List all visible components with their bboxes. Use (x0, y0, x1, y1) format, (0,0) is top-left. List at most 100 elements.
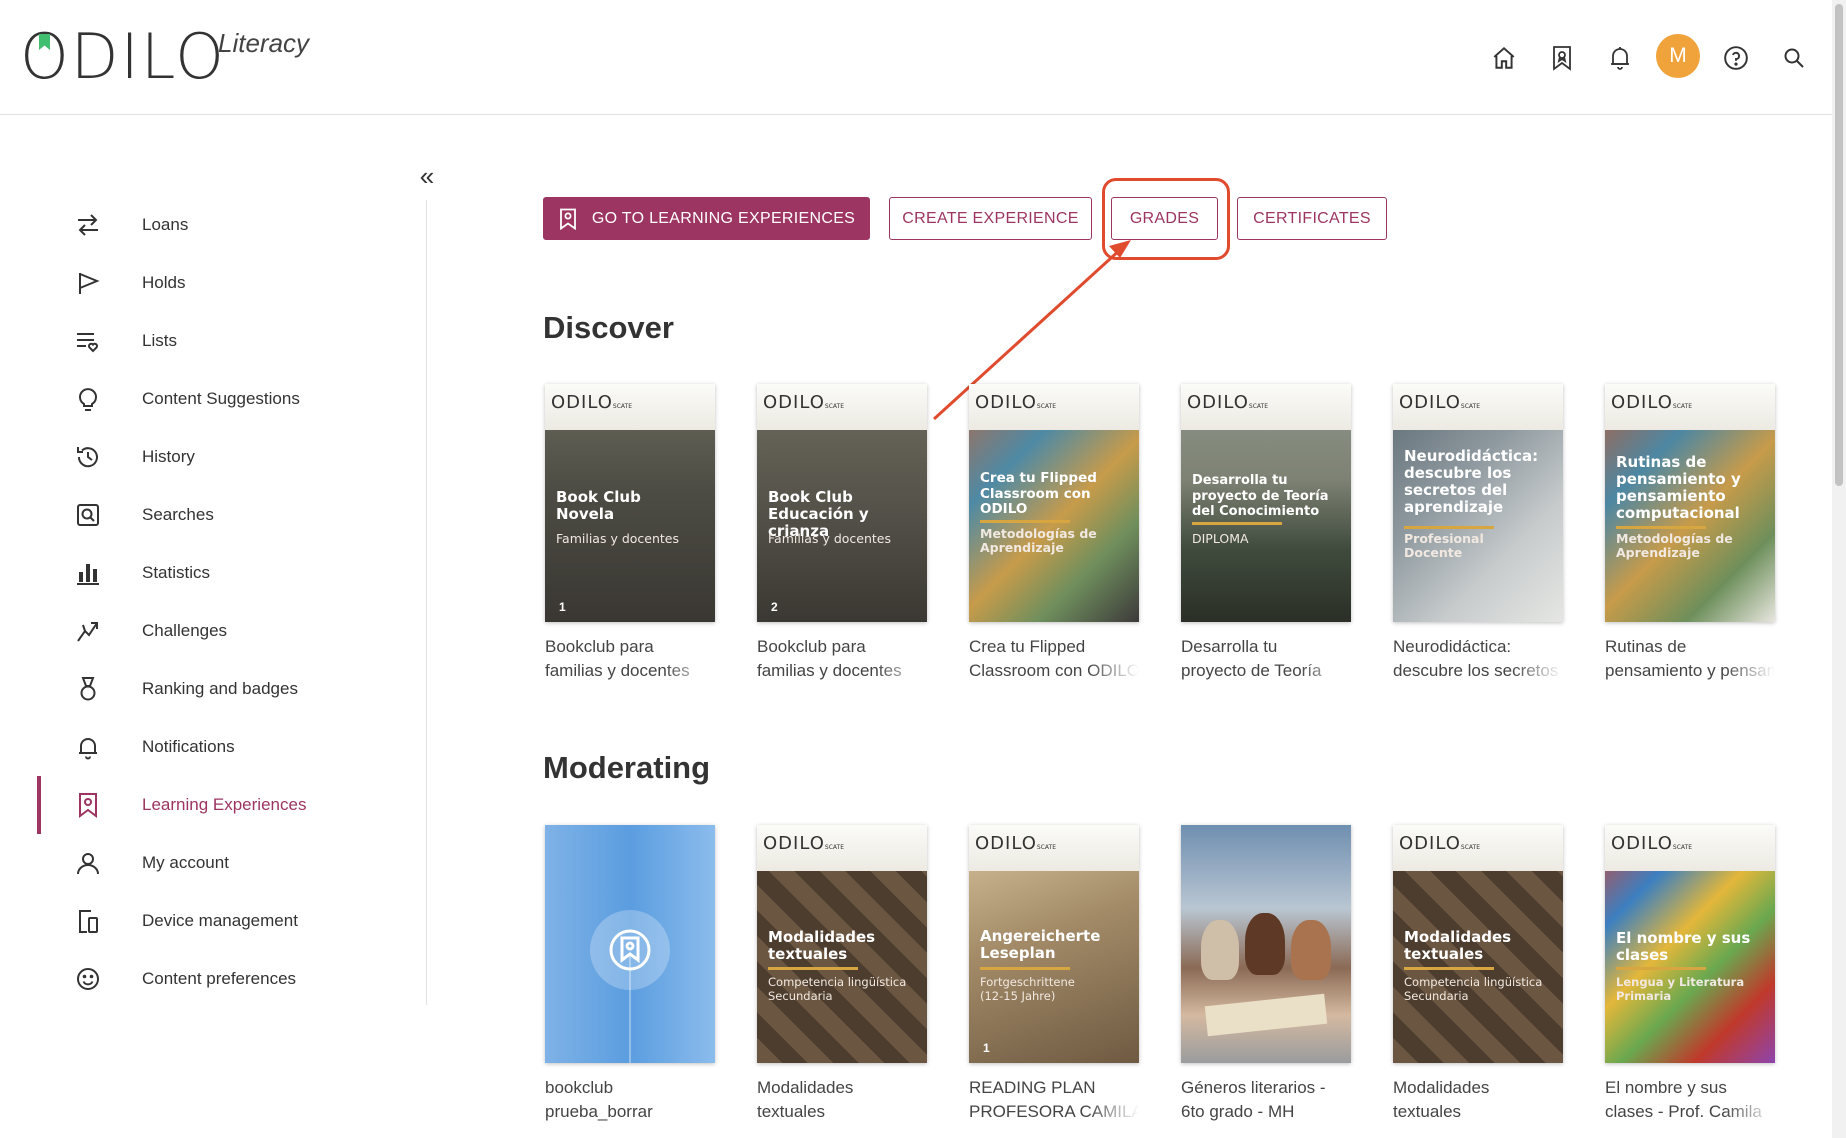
card-title: Rutinas de pensamiento y pensamiento (1605, 635, 1775, 683)
avatar[interactable]: M (1656, 34, 1700, 78)
odilo-logo[interactable]: ODILO Literacy (20, 26, 320, 88)
cover-number: 1 (983, 1041, 990, 1055)
cover-header: ODILOSCATE (1393, 384, 1563, 430)
cover-underline (1192, 522, 1282, 525)
list-heart-icon (77, 333, 98, 353)
help-icon[interactable] (1714, 36, 1758, 80)
moderating-card[interactable]: bookclub prueba_borrar (545, 825, 715, 1124)
discover-card[interactable]: ODILOSCATE Book Club Novela Familias y d… (545, 384, 715, 683)
go-to-learning-experiences-button[interactable]: GO TO LEARNING EXPERIENCES (543, 197, 870, 240)
sidebar-item-content-preferences[interactable]: Content preferences (0, 950, 420, 1008)
card-title: Modalidades textuales (1393, 1076, 1563, 1124)
sidebar-item-my-account[interactable]: My account (0, 834, 420, 892)
medal-icon (80, 677, 96, 701)
card-title: Bookclub para familias y docentes (545, 635, 715, 683)
cover-subtitle: DIPLOMA (1192, 531, 1249, 546)
cover-subtitle: Competencia lingüística Secundaria (768, 975, 907, 1003)
discover-card[interactable]: ODILOSCATE Neurodidáctica: descubre los … (1393, 384, 1563, 683)
card-title-line1: Crea tu Flipped (969, 637, 1086, 656)
lightbulb-icon (79, 388, 97, 411)
cover-underline (1616, 526, 1706, 529)
book-cover (1181, 825, 1351, 1063)
search-box-icon (77, 504, 99, 526)
discover-card[interactable]: ODILOSCATE Book Club Educación y crianza… (757, 384, 927, 683)
discover-card[interactable]: ODILOSCATE Desarrolla tu proyecto de Teo… (1181, 384, 1351, 683)
cover-logo: ODILOSCATE (975, 833, 1056, 854)
certificates-label: CERTIFICATES (1253, 209, 1371, 227)
sidebar-item-notifications[interactable]: Notifications (0, 718, 420, 776)
sidebar-item-lists[interactable]: Lists (0, 312, 420, 370)
card-title-line2: 6to grado - MH (1181, 1102, 1295, 1121)
cover-underline (1404, 967, 1494, 970)
bookmark-icon[interactable] (1540, 36, 1584, 80)
moderating-card[interactable]: ODILOSCATE Modalidades textuales Compete… (1393, 825, 1563, 1124)
card-title: READING PLAN PROFESORA CAMILA (969, 1076, 1139, 1124)
sidebar-item-challenges[interactable]: Challenges (0, 602, 420, 660)
child-figure (1245, 913, 1285, 975)
sidebar-item-ranking-and-badges[interactable]: Ranking and badges (0, 660, 420, 718)
card-title-line2: Classroom con ODILO (969, 661, 1139, 680)
search-icon[interactable] (1772, 36, 1816, 80)
book-cover: ODILOSCATE Modalidades textuales Compete… (1393, 825, 1563, 1063)
card-title-line1: El nombre y sus (1605, 1078, 1727, 1097)
sidebar-item-device-management[interactable]: Device management (0, 892, 420, 950)
scrollbar-thumb[interactable] (1835, 4, 1843, 486)
discover-card[interactable]: ODILOSCATE Rutinas de pensamiento y pens… (1605, 384, 1775, 683)
card-title-line1: Bookclub para (757, 637, 866, 656)
create-experience-button[interactable]: CREATE EXPERIENCE (889, 197, 1092, 240)
collapse-chevron-icon: « (419, 160, 435, 191)
page-scrollbar[interactable] (1832, 0, 1846, 1138)
cover-number: 2 (771, 600, 778, 614)
cover-number: 1 (559, 600, 566, 614)
card-title: Géneros literarios - 6to grado - MH (1181, 1076, 1351, 1124)
smiley-icon (77, 968, 99, 990)
sidebar-item-loans[interactable]: Loans (0, 196, 420, 254)
cover-header: ODILOSCATE (1181, 384, 1351, 430)
card-title-line2: PROFESORA CAMILA (969, 1102, 1139, 1121)
sidebar-item-learning-experiences[interactable]: Learning Experiences (0, 776, 420, 834)
child-figure (1291, 920, 1331, 980)
child-figure (1201, 920, 1239, 980)
challenge-icon (77, 622, 98, 642)
sidebar-item-history[interactable]: History (0, 428, 420, 486)
moderating-card[interactable]: ODILOSCATE Angereicherte Leseplan Fortge… (969, 825, 1139, 1124)
cover-header: ODILOSCATE (969, 825, 1139, 871)
cover-title: Book Club Novela (556, 488, 641, 523)
bell-icon (79, 738, 97, 760)
sidebar-item-statistics[interactable]: Statistics (0, 544, 420, 602)
cover-title: Rutinas de pensamiento y pensamiento com… (1616, 453, 1741, 522)
sidebar-divider (426, 200, 427, 1005)
create-experience-label: CREATE EXPERIENCE (902, 209, 1079, 227)
cover-subtitle: Familias y docentes (556, 531, 679, 546)
sidebar-item-holds[interactable]: Holds (0, 254, 420, 312)
card-title: Crea tu Flipped Classroom con ODILO (969, 635, 1139, 683)
book-cover: ODILOSCATE Modalidades textuales Compete… (757, 825, 927, 1063)
sidebar-item-content-suggestions[interactable]: Content Suggestions (0, 370, 420, 428)
cover-title: El nombre y sus clases (1616, 929, 1751, 964)
cover-logo: ODILOSCATE (1611, 392, 1692, 413)
sidebar-item-label: Challenges (142, 621, 228, 640)
cover-logo: ODILOSCATE (1399, 833, 1480, 854)
cover-subtitle: Competencia lingüística Secundaria (1404, 975, 1543, 1003)
sidebar-item-label: Ranking and badges (142, 679, 298, 698)
home-icon[interactable] (1482, 36, 1526, 80)
moderating-heading: Moderating (543, 750, 711, 785)
avatar-initial: M (1669, 44, 1687, 67)
cover-title: Angereicherte Leseplan (980, 927, 1101, 962)
card-title-line2: textuales (757, 1102, 826, 1121)
sidebar-item-label: Loans (142, 215, 189, 234)
swap-arrows-icon (78, 214, 98, 236)
sidebar-item-searches[interactable]: Searches (0, 486, 420, 544)
moderating-card[interactable]: Géneros literarios - 6to grado - MH (1181, 825, 1351, 1124)
moderating-card[interactable]: ODILOSCATE Modalidades textuales Compete… (757, 825, 927, 1124)
open-book (1204, 993, 1328, 1037)
card-title-line1: READING PLAN (969, 1078, 1096, 1097)
moderating-card[interactable]: ODILOSCATE El nombre y sus clases Lengua… (1605, 825, 1775, 1124)
discover-card[interactable]: ODILOSCATE Crea tu Flipped Classroom con… (969, 384, 1139, 683)
collapse-sidebar-button[interactable]: « (412, 161, 442, 191)
cover-subtitle: Metodologías de Aprendizaje (1616, 531, 1733, 560)
bell-icon[interactable] (1598, 36, 1642, 80)
certificates-button[interactable]: CERTIFICATES (1237, 197, 1387, 240)
cover-header: ODILOSCATE (757, 825, 927, 871)
learning-bookmark-icon (558, 208, 578, 230)
